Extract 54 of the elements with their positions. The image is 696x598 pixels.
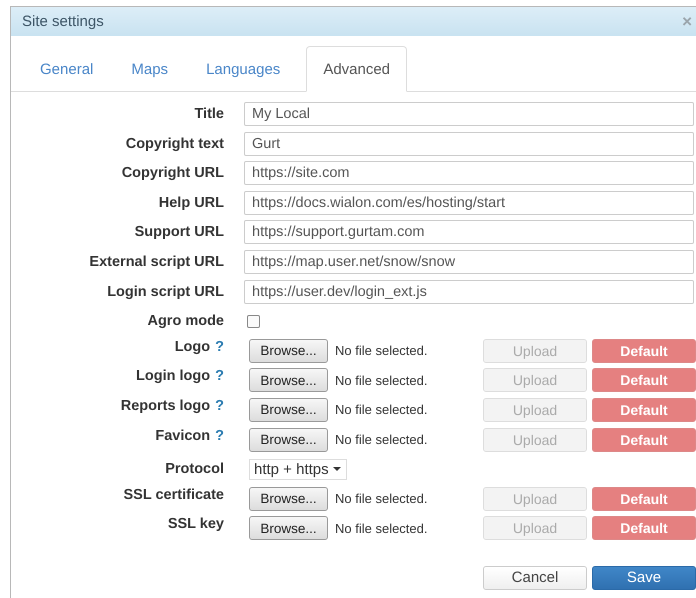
- text-field[interactable]: Gurt: [244, 132, 694, 156]
- field-label: Copyright text: [126, 136, 224, 152]
- default-button[interactable]: Default: [592, 428, 696, 452]
- text-field[interactable]: https://map.user.net/snow/snow: [244, 250, 694, 274]
- help-link[interactable]: ?: [215, 368, 224, 384]
- field-label: Login script URL: [107, 284, 224, 300]
- field-label: Agro mode: [147, 313, 224, 330]
- default-button[interactable]: Default: [592, 338, 696, 363]
- help-link[interactable]: ?: [215, 428, 224, 444]
- browse-button[interactable]: Browse...: [249, 338, 328, 363]
- text-field[interactable]: https://user.dev/login_ext.js: [244, 280, 694, 304]
- file-status: No file selected.: [335, 372, 428, 388]
- browse-button[interactable]: Browse...: [249, 368, 328, 392]
- field-label: Help URL: [158, 194, 224, 211]
- file-status: No file selected.: [335, 343, 428, 358]
- field-label: SSL key: [168, 516, 224, 532]
- field-label: Title: [194, 106, 224, 122]
- field-label: SSL certificate: [124, 486, 224, 503]
- default-button[interactable]: Default: [592, 398, 696, 422]
- file-status: No file selected.: [335, 432, 428, 448]
- default-button[interactable]: Default: [592, 486, 696, 511]
- tab[interactable]: Languages: [194, 46, 292, 92]
- browse-button[interactable]: Browse...: [249, 398, 328, 422]
- field-label: Logo: [174, 338, 210, 355]
- field-label: Support URL: [134, 224, 224, 240]
- field-label: Login logo: [136, 368, 210, 384]
- tab[interactable]: General: [28, 46, 106, 92]
- field-label: Protocol: [165, 461, 224, 478]
- text-field[interactable]: https://support.gurtam.com: [244, 220, 694, 244]
- file-status: No file selected.: [335, 402, 428, 418]
- default-button[interactable]: Default: [592, 516, 696, 540]
- text-field[interactable]: https://docs.wialon.com/es/hosting/start: [244, 190, 694, 215]
- tab[interactable]: Maps: [119, 46, 180, 92]
- protocol-dropdown[interactable]: http + https: [249, 458, 347, 480]
- field-label: Reports logo: [120, 398, 210, 414]
- cancel-button[interactable]: Cancel: [483, 566, 587, 590]
- field-label: Favicon: [155, 428, 210, 444]
- file-status: No file selected.: [335, 520, 428, 536]
- field-label: Copyright URL: [122, 165, 224, 182]
- browse-button[interactable]: Browse...: [249, 516, 328, 540]
- checkbox[interactable]: [247, 314, 260, 328]
- caret-icon: [332, 467, 341, 472]
- text-field[interactable]: My Local: [244, 102, 694, 126]
- text-field[interactable]: https://site.com: [244, 161, 694, 186]
- browse-button[interactable]: Browse...: [249, 428, 328, 452]
- browse-button[interactable]: Browse...: [249, 486, 328, 511]
- default-button[interactable]: Default: [592, 368, 696, 392]
- tab[interactable]: Advanced: [306, 46, 408, 92]
- window-title: Site settings: [22, 13, 104, 30]
- help-link[interactable]: ?: [215, 338, 224, 355]
- field-label: External script URL: [89, 254, 224, 270]
- save-button[interactable]: Save: [592, 566, 696, 590]
- help-link[interactable]: ?: [215, 398, 224, 414]
- file-status: No file selected.: [335, 491, 428, 506]
